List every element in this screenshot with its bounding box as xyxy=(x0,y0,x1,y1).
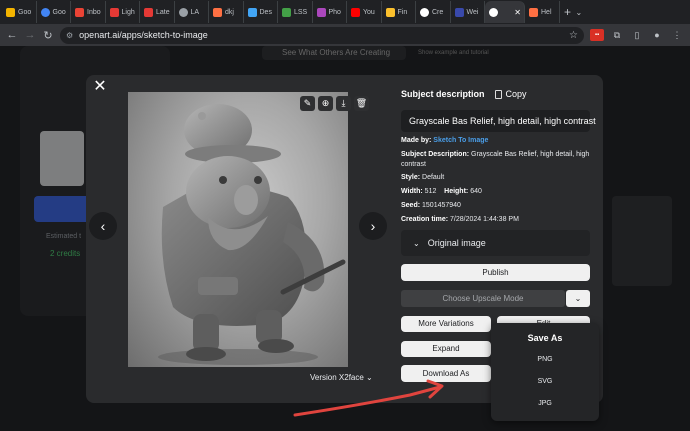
profile-icon[interactable]: ● xyxy=(650,29,664,41)
chevron-down-icon[interactable]: ⌄ xyxy=(566,290,590,307)
sidebar-icon[interactable]: ▯ xyxy=(630,29,644,41)
made-by-row: Made by: Sketch To Image xyxy=(401,137,489,144)
style-row: Style: Default xyxy=(401,174,445,181)
openart-icon xyxy=(489,7,498,17)
tutorial-note: Show example and tutorial xyxy=(418,50,489,56)
download-icon[interactable]: ⤓ xyxy=(336,96,351,111)
tab-favicon-icon xyxy=(213,7,222,17)
trash-icon[interactable]: 🗑 xyxy=(354,96,369,111)
subject-heading: Subject description xyxy=(401,89,485,99)
tab-favicon-icon xyxy=(385,7,395,17)
dimensions-row: Width: 512 Height: 640 xyxy=(401,188,482,195)
upscale-mode-select[interactable]: Choose Upscale Mode xyxy=(401,290,565,307)
generate-button xyxy=(34,196,94,222)
image-toolbar: ✎ ⊕ ⤓ 🗑 xyxy=(300,96,369,111)
extensions-puzzle-icon[interactable]: ⧉ xyxy=(610,29,624,41)
address-bar[interactable]: ⚙ openart.ai/apps/sketch-to-image ☆ xyxy=(60,26,584,44)
copy-icon xyxy=(494,89,502,99)
back-icon[interactable]: ← xyxy=(6,29,18,41)
save-as-menu: Save As PNG SVG JPG xyxy=(491,323,599,421)
next-arrow-icon[interactable]: › xyxy=(359,212,387,240)
chevron-down-icon: ⌄ xyxy=(413,239,420,248)
original-image-toggle[interactable]: ⌄ Original image xyxy=(401,230,590,256)
save-as-jpg[interactable]: JPG xyxy=(491,400,599,407)
see-others-button: See What Others Are Creating xyxy=(262,46,406,60)
publish-button[interactable]: Publish xyxy=(401,264,590,281)
browser-tab[interactable]: Ligh xyxy=(106,1,140,23)
browser-tab[interactable]: dkj xyxy=(209,1,244,23)
reload-icon[interactable]: ↻ xyxy=(42,29,54,42)
browser-toolbar: ← → ↻ ⚙ openart.ai/apps/sketch-to-image … xyxy=(0,24,690,46)
subject-description-row: Subject Description: Grayscale Bas Relie… xyxy=(401,151,590,168)
browser-tab[interactable]: Late xyxy=(140,1,175,23)
copy-button[interactable]: Copy xyxy=(494,89,527,99)
site-info-icon[interactable]: ⚙ xyxy=(66,31,73,40)
browser-tab[interactable]: Wei xyxy=(451,1,485,23)
right-panel xyxy=(612,196,672,286)
browser-tab[interactable]: Fin xyxy=(382,1,416,23)
zoom-icon[interactable]: ⊕ xyxy=(318,96,333,111)
expand-button[interactable]: Expand xyxy=(401,341,491,357)
forward-icon[interactable]: → xyxy=(24,29,36,41)
tab-favicon-icon xyxy=(454,7,464,17)
shield-icon xyxy=(282,7,291,17)
tab-favicon-icon xyxy=(144,7,153,17)
tab-favicon-icon xyxy=(109,7,119,17)
browser-tab[interactable]: LSS xyxy=(278,1,313,23)
gmail-icon xyxy=(75,7,84,17)
url-text: openart.ai/apps/sketch-to-image xyxy=(79,30,208,40)
tab-favicon-icon xyxy=(247,7,257,17)
close-icon[interactable]: ✕ xyxy=(92,79,108,95)
credits-label: 2 credits xyxy=(50,249,81,258)
save-as-title: Save As xyxy=(527,333,563,343)
globe-icon xyxy=(178,7,188,17)
save-as-png[interactable]: PNG xyxy=(491,356,599,363)
tab-favicon-icon xyxy=(40,7,50,17)
save-as-svg[interactable]: SVG xyxy=(491,378,599,385)
openart-icon xyxy=(420,7,429,17)
browser-tab[interactable]: Hel xyxy=(525,1,560,23)
made-by-link[interactable]: Sketch To Image xyxy=(433,137,488,144)
tab-favicon-icon xyxy=(529,7,538,17)
more-variations-button[interactable]: More Variations xyxy=(401,316,491,332)
browser-tab[interactable]: LA xyxy=(175,1,209,23)
youtube-icon xyxy=(351,7,360,17)
generated-image xyxy=(128,92,348,367)
menu-icon[interactable]: ⋮ xyxy=(670,29,684,41)
annotation-arrow-icon xyxy=(293,379,444,417)
browser-tab[interactable]: Inbo xyxy=(71,1,106,23)
close-tab-icon[interactable]: ✕ xyxy=(514,8,521,17)
tab-strip: Goo Goo Inbo Ligh Late LA dkj Des LSS Ph… xyxy=(0,0,690,24)
browser-tab-active[interactable]: ✕ xyxy=(485,1,525,23)
browser-tab[interactable]: Pho xyxy=(313,1,347,23)
browser-tab[interactable]: Goo xyxy=(2,1,37,23)
tab-search-icon[interactable]: ⌄ xyxy=(576,8,590,17)
tab-favicon-icon xyxy=(6,7,15,17)
pinwheel-icon xyxy=(316,7,326,17)
edit-pencil-icon[interactable]: ✎ xyxy=(300,96,315,111)
prompt-text: Grayscale Bas Relief, high detail, high … xyxy=(401,110,596,132)
info-panel: Subject description Copy xyxy=(401,89,591,99)
previous-arrow-icon[interactable]: ‹ xyxy=(89,212,117,240)
bookmark-star-icon[interactable]: ☆ xyxy=(569,30,578,41)
seed-row: Seed: 1501457940 xyxy=(401,202,461,209)
browser-tab[interactable]: Cre xyxy=(416,1,451,23)
bas-relief-figure xyxy=(158,104,346,365)
extension-icon[interactable]: ▪▪ xyxy=(590,29,604,41)
browser-tab[interactable]: Goo xyxy=(37,1,71,23)
creation-time-row: Creation time: 7/28/2024 1:44:38 PM xyxy=(401,216,519,223)
browser-tab[interactable]: You xyxy=(347,1,382,23)
new-tab-icon[interactable]: + xyxy=(560,5,576,19)
estimated-label: Estimated t xyxy=(46,233,82,240)
sketch-thumbnail xyxy=(40,131,84,186)
browser-tab[interactable]: Des xyxy=(244,1,278,23)
